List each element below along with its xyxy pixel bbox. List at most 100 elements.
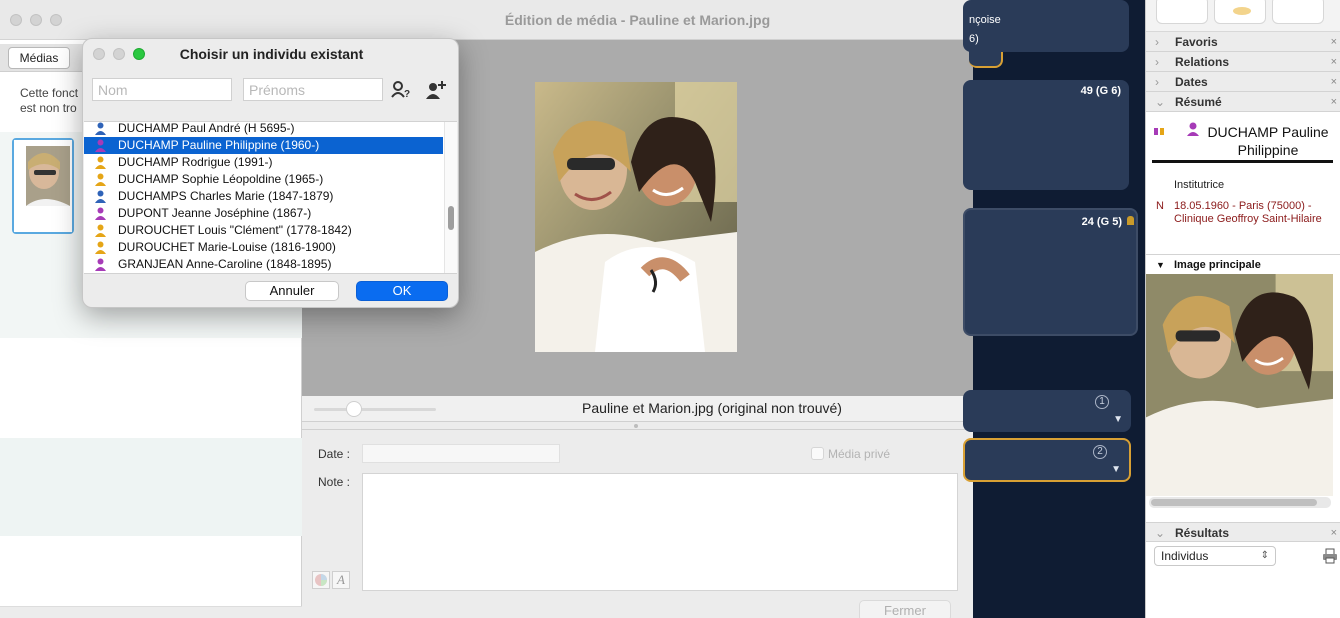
info-text: Cette fonct est non tro: [20, 86, 90, 116]
close-section-icon[interactable]: ×: [1331, 72, 1337, 92]
individuals-list[interactable]: DUCHAMP Paul André (H 5695-) DUCHAMP Paul…: [84, 121, 457, 274]
disclosure-triangle-icon: ▼: [1156, 260, 1165, 270]
cancel-button[interactable]: Annuler: [245, 281, 339, 301]
chevron-down-icon: ⌄: [1155, 526, 1166, 540]
media-caption: Pauline et Marion.jpg (original non trou…: [582, 400, 842, 416]
section-label: Résumé: [1175, 95, 1222, 109]
chevron-right-icon: ›: [1155, 55, 1159, 69]
choose-individual-dialog: Choisir un individu existant ? DUCHAMP P…: [82, 38, 459, 308]
main-image[interactable]: [1146, 274, 1333, 496]
splitter-handle: [634, 424, 638, 428]
tree-card-2-label: 49 (G 6): [1080, 85, 1121, 97]
tree-card-3[interactable]: 24 (G 5): [963, 208, 1138, 336]
minimize-window-button[interactable]: [30, 14, 42, 26]
list-item[interactable]: DUCHAMP Pauline Philippine (1960-): [84, 137, 443, 154]
tree-card-3-label: 24 (G 5): [1081, 216, 1122, 228]
close-section-icon[interactable]: ×: [1331, 52, 1337, 72]
toolbar-pill-1[interactable]: [1156, 0, 1208, 24]
zoom-slider[interactable]: [314, 408, 436, 411]
female-person-icon: [95, 207, 106, 220]
close-button[interactable]: Fermer: [859, 600, 951, 618]
search-person-icon[interactable]: ?: [390, 79, 412, 101]
tab-medias[interactable]: Médias: [8, 47, 70, 69]
toolbar-pill-2[interactable]: [1214, 0, 1266, 24]
tree-card-4[interactable]: 1 ▼: [963, 390, 1131, 432]
list-item[interactable]: DUCHAMP Paul André (H 5695-): [84, 122, 443, 137]
zoom-window-button[interactable]: [50, 14, 62, 26]
results-type-select[interactable]: Individus ⇕: [1154, 546, 1276, 566]
section-favoris[interactable]: › Favoris ×: [1146, 32, 1340, 52]
unknown-person-icon: [95, 241, 106, 254]
zoom-slider-thumb[interactable]: [346, 401, 362, 417]
svg-text:?: ?: [404, 89, 410, 100]
list-item[interactable]: DUCHAMPS Charles Marie (1847-1879): [84, 188, 443, 205]
add-person-icon[interactable]: [424, 79, 448, 101]
scrollbar-thumb[interactable]: [1151, 499, 1317, 506]
tree-card-1-name: nçoise: [969, 14, 1001, 26]
thumbnail-image: [14, 140, 72, 232]
zoom-slider-bar: Pauline et Marion.jpg (original non trou…: [302, 396, 973, 422]
ok-button[interactable]: OK: [356, 281, 448, 301]
color-picker-button[interactable]: [312, 571, 330, 589]
toolbar-icon: [1233, 7, 1251, 15]
sex-marker-icon: [1154, 128, 1158, 135]
font-style-icon[interactable]: A: [332, 571, 350, 589]
list-item[interactable]: DUROUCHET Louis "Clément" (1778-1842): [84, 222, 443, 239]
close-window-button[interactable]: [10, 14, 22, 26]
close-section-icon[interactable]: ×: [1331, 523, 1337, 543]
list-item-label: DUCHAMP Sophie Léopoldine (1965-): [118, 172, 324, 186]
list-item[interactable]: DUPONT Jeanne Joséphine (1867-): [84, 205, 443, 222]
unknown-person-icon: [95, 156, 106, 169]
info-text-line2: est non tro: [20, 101, 77, 115]
list-item-label: GRANJEAN Anne-Caroline (1848-1895): [118, 257, 332, 271]
right-sidebar: › Favoris × › Relations × › Dates × ⌄ Ré…: [1145, 0, 1340, 618]
date-field[interactable]: [362, 444, 560, 463]
prenoms-field[interactable]: [243, 78, 383, 101]
section-label: Relations: [1175, 55, 1230, 69]
tree-card-2[interactable]: 49 (G 6): [963, 80, 1129, 190]
section-relations[interactable]: › Relations ×: [1146, 52, 1340, 72]
section-resultats[interactable]: ⌄ Résultats ×: [1146, 522, 1340, 542]
print-icon[interactable]: [1322, 548, 1338, 564]
nom-field[interactable]: [92, 78, 232, 101]
list-item[interactable]: DUCHAMP Rodrigue (1991-): [84, 154, 443, 171]
chevron-down-icon: ⌄: [1155, 95, 1166, 109]
chevron-right-icon: ›: [1155, 35, 1159, 49]
main-image-heading[interactable]: ▼ Image principale: [1146, 254, 1340, 274]
pane-splitter[interactable]: [302, 422, 973, 430]
note-textarea[interactable]: [362, 473, 958, 591]
list-item[interactable]: GRANJEAN Anne-Caroline (1848-1895): [84, 256, 443, 273]
dropdown-icon[interactable]: ▼: [1111, 464, 1121, 475]
private-media-checkbox[interactable]: [811, 447, 824, 460]
female-person-icon: [95, 139, 106, 152]
list-item[interactable]: DUROUCHET Marie-Louise (1816-1900): [84, 239, 443, 256]
list-item-label: DUROUCHET Louis "Clément" (1778-1842): [118, 223, 352, 237]
section-resume[interactable]: ⌄ Résumé ×: [1146, 92, 1340, 112]
tree-card-1-body[interactable]: nçoise 6): [963, 0, 1129, 52]
list-item-label: DUPONT Jeanne Joséphine (1867-): [118, 206, 312, 220]
name-divider: [1152, 160, 1333, 163]
male-person-icon: [95, 190, 106, 203]
section-label: Résultats: [1175, 526, 1230, 540]
toolbar-pill-3[interactable]: [1272, 0, 1324, 24]
horizontal-scrollbar[interactable]: [1149, 497, 1331, 508]
list-item[interactable]: DUCHAMP Sophie Léopoldine (1965-): [84, 171, 443, 188]
media-thumbnail[interactable]: [12, 138, 74, 234]
left-bottom-bar: [0, 606, 302, 618]
section-dates[interactable]: › Dates ×: [1146, 72, 1340, 92]
list-scrollbar[interactable]: [444, 122, 457, 273]
private-media-label: Média privé: [828, 447, 891, 461]
chevron-right-icon: ›: [1155, 75, 1159, 89]
section-label: Favoris: [1175, 35, 1218, 49]
birth-prefix: N: [1156, 200, 1164, 212]
sidebar-toolbar: [1146, 0, 1340, 32]
dropdown-icon[interactable]: ▼: [1113, 414, 1123, 425]
list-item-label: DUCHAMP Rodrigue (1991-): [118, 155, 273, 169]
close-section-icon[interactable]: ×: [1331, 32, 1337, 52]
info-text-line1: Cette fonct: [20, 86, 79, 100]
close-section-icon[interactable]: ×: [1331, 92, 1337, 112]
list-item-label: DUCHAMPS Charles Marie (1847-1879): [118, 189, 334, 203]
tree-card-5[interactable]: 2 ▼: [963, 438, 1131, 482]
list-scrollbar-thumb[interactable]: [448, 206, 454, 230]
tree-view: nçoise 6) 49 (G 6) 24 (G 5) 1 ▼ 2 ▼: [963, 0, 1145, 618]
